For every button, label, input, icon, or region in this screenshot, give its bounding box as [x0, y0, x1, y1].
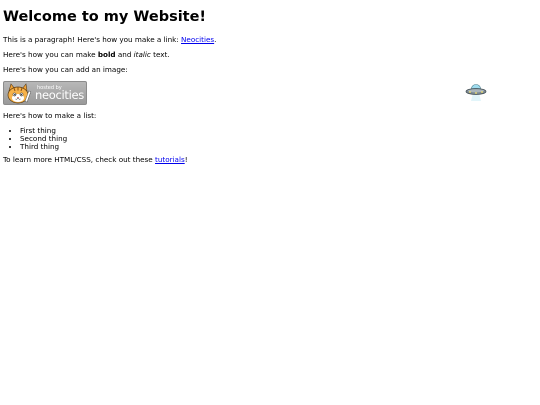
formatting-text-middle: and: [115, 50, 134, 59]
paragraph-learn: To learn more HTML/CSS, check out these …: [3, 156, 533, 164]
learn-text: To learn more HTML/CSS, check out these: [3, 155, 156, 164]
list-item: Third thing: [20, 143, 533, 151]
paragraph-link-end: .: [214, 35, 217, 44]
italic-text: italic: [133, 50, 151, 59]
page-content: Welcome to my Website! This is a paragra…: [3, 0, 533, 171]
thing-list: First thing Second thing Third thing: [3, 127, 533, 151]
badge-brand-text: neocities: [35, 88, 84, 102]
page-title: Welcome to my Website!: [3, 9, 207, 25]
list-item: Second thing: [20, 135, 533, 143]
formatting-text-start: Here's how you can make: [3, 50, 98, 59]
tutorials-link[interactable]: tutorials: [155, 155, 185, 164]
bold-text: bold: [97, 50, 116, 59]
paragraph-image: Here's how you can add an image:: [3, 65, 128, 74]
formatting-text-end: text.: [150, 50, 170, 59]
paragraph-list: Here's how to make a list:: [3, 111, 97, 120]
paragraph-formatting: Here's how you can make bold and italic …: [3, 51, 533, 59]
hosted-by-neocities-badge: hosted by neocities: [3, 81, 87, 105]
neocities-link[interactable]: Neocities: [181, 35, 214, 44]
ufo-icon: [465, 84, 487, 101]
paragraph-link: This is a paragraph! Here's how you make…: [3, 36, 533, 44]
neocities-cat-icon: [7, 83, 32, 104]
list-item: First thing: [20, 127, 533, 135]
learn-text-end: !: [184, 155, 188, 164]
paragraph-link-text: This is a paragraph! Here's how you make…: [3, 35, 182, 44]
